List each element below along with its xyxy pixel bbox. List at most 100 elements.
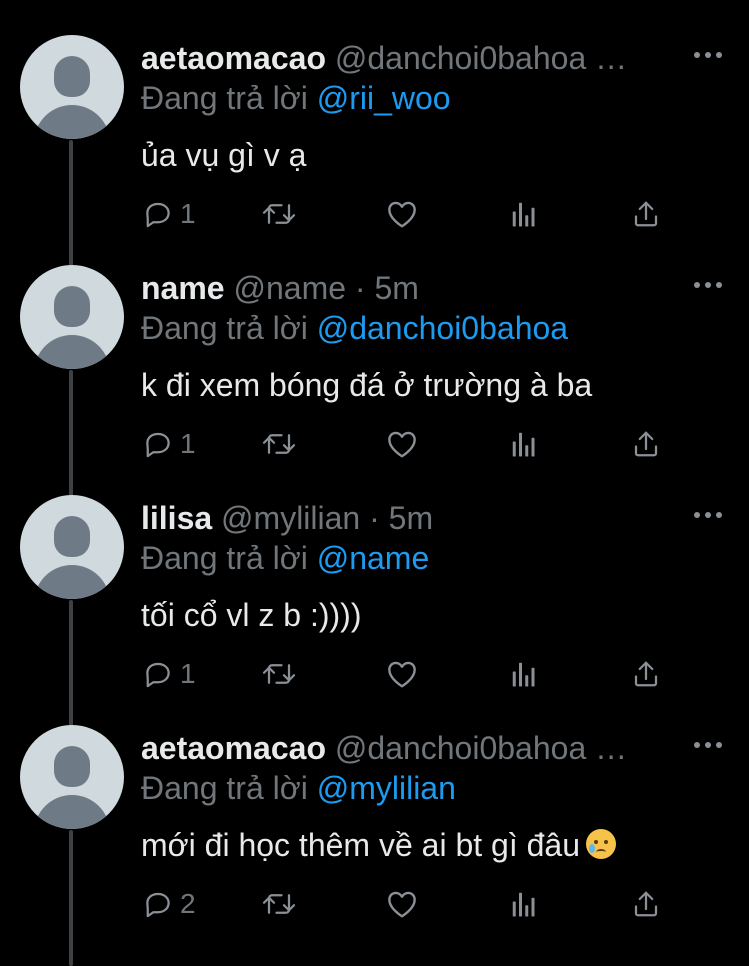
username[interactable]: @danchoi0bahoa bbox=[335, 40, 586, 76]
heart-icon bbox=[386, 429, 418, 459]
like-button[interactable] bbox=[386, 886, 418, 922]
avatar-shoulders bbox=[34, 105, 110, 139]
more-icon[interactable] bbox=[694, 738, 722, 752]
tweet[interactable]: name @name · 5m Đang trả lời @danchoi0bah… bbox=[0, 230, 749, 460]
header-separator: · bbox=[354, 270, 366, 306]
reply-count: 2 bbox=[180, 888, 196, 919]
timestamp[interactable]: 5m bbox=[389, 500, 433, 536]
replying-to: Đang trả lời @rii_woo bbox=[141, 78, 451, 118]
avatar[interactable] bbox=[20, 265, 124, 369]
emoji-tear bbox=[588, 844, 595, 853]
share-icon bbox=[632, 429, 660, 459]
retweet-icon bbox=[260, 429, 298, 459]
retweet-icon bbox=[260, 199, 298, 229]
replying-to-label: Đang trả lời bbox=[141, 310, 308, 346]
avatar-head bbox=[54, 56, 90, 97]
like-button[interactable] bbox=[386, 656, 418, 692]
avatar-head bbox=[54, 746, 90, 787]
avatar-shoulders bbox=[34, 335, 110, 369]
mention-link[interactable]: @danchoi0bahoa bbox=[317, 310, 568, 346]
reply-button[interactable]: 1 bbox=[143, 656, 196, 692]
mention-link[interactable]: @rii_woo bbox=[317, 80, 451, 116]
more-dot bbox=[705, 282, 711, 288]
reply-icon bbox=[143, 429, 173, 459]
mention-link[interactable]: @name bbox=[317, 540, 430, 576]
avatar[interactable] bbox=[20, 725, 124, 829]
analytics-icon bbox=[510, 429, 538, 459]
emoji-eye bbox=[603, 840, 608, 844]
analytics-icon bbox=[510, 199, 538, 229]
like-button[interactable] bbox=[386, 196, 418, 232]
more-dot bbox=[716, 282, 722, 288]
more-dot bbox=[716, 512, 722, 518]
retweet-button[interactable] bbox=[260, 886, 298, 922]
tweet-text-content: tối cổ vl z b :)))) bbox=[141, 597, 362, 633]
reply-button[interactable]: 1 bbox=[143, 426, 196, 462]
share-button[interactable] bbox=[632, 426, 660, 462]
avatar-shoulders bbox=[34, 795, 110, 829]
timestamp[interactable]: 5m bbox=[374, 270, 418, 306]
tweet-header: aetaomacao @danchoi0bahoa … bbox=[141, 38, 681, 78]
tweet-text: tối cổ vl z b :)))) bbox=[141, 593, 361, 637]
mention-link[interactable]: @mylilian bbox=[317, 770, 456, 806]
avatar-shoulders bbox=[34, 565, 110, 599]
username[interactable]: @mylilian bbox=[221, 500, 360, 536]
replying-to-label: Đang trả lời bbox=[141, 80, 308, 116]
more-dot bbox=[716, 52, 722, 58]
more-icon[interactable] bbox=[694, 48, 722, 62]
analytics-button[interactable] bbox=[510, 886, 538, 922]
share-button[interactable] bbox=[632, 656, 660, 692]
more-icon[interactable] bbox=[694, 508, 722, 522]
avatar[interactable] bbox=[20, 35, 124, 139]
share-button[interactable] bbox=[632, 196, 660, 232]
display-name[interactable]: aetaomacao bbox=[141, 40, 326, 76]
share-icon bbox=[632, 889, 660, 919]
display-name[interactable]: lilisa bbox=[141, 500, 212, 536]
heart-icon bbox=[386, 659, 418, 689]
more-dot bbox=[705, 512, 711, 518]
retweet-icon bbox=[260, 889, 298, 919]
like-button[interactable] bbox=[386, 426, 418, 462]
avatar-head bbox=[54, 516, 90, 557]
username[interactable]: @name bbox=[233, 270, 346, 306]
analytics-button[interactable] bbox=[510, 656, 538, 692]
replying-to: Đang trả lời @danchoi0bahoa bbox=[141, 308, 568, 348]
reply-button[interactable]: 2 bbox=[143, 886, 196, 922]
tweet-text: ủa vụ gì v ạ bbox=[141, 133, 306, 177]
avatar-head bbox=[54, 286, 90, 327]
reply-icon bbox=[143, 199, 173, 229]
tweet-text: k đi xem bóng đá ở trường à ba bbox=[141, 363, 592, 407]
display-name[interactable]: aetaomacao bbox=[141, 730, 326, 766]
more-dot bbox=[694, 512, 700, 518]
tweet-text-content: ủa vụ gì v ạ bbox=[141, 137, 307, 173]
tweet[interactable]: aetaomacao @danchoi0bahoa … Đang trả lời … bbox=[0, 690, 749, 920]
reply-icon bbox=[143, 659, 173, 689]
action-bar: 2 bbox=[0, 886, 749, 926]
more-icon[interactable] bbox=[694, 278, 722, 292]
reply-button[interactable]: 1 bbox=[143, 196, 196, 232]
more-dot bbox=[694, 742, 700, 748]
username[interactable]: @danchoi0bahoa bbox=[335, 730, 586, 766]
tweet[interactable]: aetaomacao @danchoi0bahoa … Đang trả lời … bbox=[0, 0, 749, 230]
retweet-button[interactable] bbox=[260, 196, 298, 232]
retweet-button[interactable] bbox=[260, 426, 298, 462]
share-icon bbox=[632, 659, 660, 689]
replying-to-label: Đang trả lời bbox=[141, 770, 308, 806]
tweet-header: name @name · 5m bbox=[141, 268, 681, 308]
avatar[interactable] bbox=[20, 495, 124, 599]
heart-icon bbox=[386, 889, 418, 919]
analytics-button[interactable] bbox=[510, 426, 538, 462]
replying-to-label: Đang trả lời bbox=[141, 540, 308, 576]
more-dot bbox=[694, 282, 700, 288]
emoji-eye bbox=[593, 840, 598, 844]
display-name[interactable]: name bbox=[141, 270, 225, 306]
retweet-button[interactable] bbox=[260, 656, 298, 692]
reply-icon bbox=[143, 889, 173, 919]
share-button[interactable] bbox=[632, 886, 660, 922]
analytics-button[interactable] bbox=[510, 196, 538, 232]
share-icon bbox=[632, 199, 660, 229]
tweet[interactable]: lilisa @mylilian · 5m Đang trả lời @name t… bbox=[0, 460, 749, 690]
more-dot bbox=[694, 52, 700, 58]
tweet-text-content: mới đi học thêm về ai bt gì đâu bbox=[141, 827, 580, 863]
emoji-mouth bbox=[595, 849, 606, 855]
